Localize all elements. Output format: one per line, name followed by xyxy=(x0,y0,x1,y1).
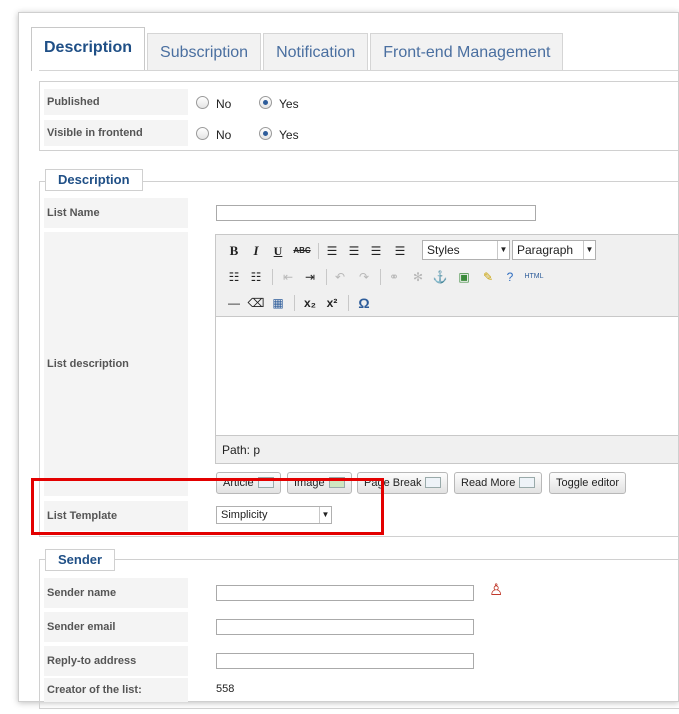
anchor-icon[interactable]: ⚓ xyxy=(430,267,450,287)
toggle-editor-button[interactable]: Toggle editor xyxy=(549,472,626,494)
tab-content: Published No Yes Visible in frontend No … xyxy=(39,70,679,709)
tab-frontend-management[interactable]: Front-end Management xyxy=(370,33,564,71)
sender-email-label: Sender email xyxy=(44,612,188,642)
creator-label: Creator of the list: xyxy=(44,678,188,702)
align-left-icon[interactable]: ☰ xyxy=(322,241,342,261)
published-label: Published xyxy=(44,89,188,115)
paragraph-select[interactable]: Paragraph ▼ xyxy=(512,240,596,260)
read-more-button-label: Read More xyxy=(461,477,516,489)
horizontal-rule-icon[interactable]: ― xyxy=(224,293,244,313)
visible-no-text: No xyxy=(216,128,232,142)
visible-no-radio[interactable] xyxy=(196,127,209,140)
superscript-button[interactable]: x² xyxy=(322,293,342,313)
eraser-icon[interactable]: ⌫ xyxy=(246,293,266,313)
align-justify-icon[interactable]: ☰ xyxy=(390,241,410,261)
subscript-button[interactable]: x₂ xyxy=(300,293,320,313)
description-legend: Description xyxy=(45,169,143,191)
unlink-icon[interactable]: ✻ xyxy=(408,267,428,287)
insert-image-icon[interactable]: ▣ xyxy=(454,267,474,287)
numbered-list-icon[interactable]: ☷ xyxy=(246,267,266,287)
page-break-icon xyxy=(425,477,442,488)
help-icon[interactable]: ? xyxy=(500,267,520,287)
reply-to-input[interactable] xyxy=(216,653,474,669)
toolbar-separator xyxy=(272,269,273,285)
user-icon[interactable]: ♙ xyxy=(489,582,503,600)
visible-yes-radio[interactable] xyxy=(259,127,272,140)
cleanup-icon[interactable]: ✎ xyxy=(478,267,498,287)
creator-value: 558 xyxy=(216,683,235,695)
styles-select-value: Styles xyxy=(427,243,460,257)
html-source-button[interactable]: HTML xyxy=(522,267,546,287)
toolbar-separator xyxy=(294,295,295,311)
editor-path-bar: Path: p xyxy=(216,435,678,463)
tab-notification[interactable]: Notification xyxy=(263,33,369,71)
underline-button[interactable]: U xyxy=(268,241,288,261)
tab-subscription[interactable]: Subscription xyxy=(147,33,262,71)
bold-button[interactable]: B xyxy=(224,241,244,261)
list-name-label: List Name xyxy=(44,198,188,228)
published-yes-radio[interactable] xyxy=(259,96,272,109)
styles-select[interactable]: Styles ▼ xyxy=(422,240,510,260)
sender-email-input[interactable] xyxy=(216,619,474,635)
list-description-label: List description xyxy=(44,232,188,496)
visible-yes-text: Yes xyxy=(279,128,299,142)
table-icon[interactable]: ▦ xyxy=(268,293,288,313)
chevron-down-icon: ▼ xyxy=(583,241,595,259)
toolbar-separator xyxy=(380,269,381,285)
outdent-icon[interactable]: ⇤ xyxy=(278,267,298,287)
chevron-down-icon: ▼ xyxy=(497,241,509,259)
tab-bar: Description Subscription Notification Fr… xyxy=(31,23,565,71)
read-more-button[interactable]: Read More xyxy=(454,472,543,494)
italic-button[interactable]: I xyxy=(246,241,266,261)
visible-label: Visible in frontend xyxy=(44,120,188,146)
list-name-input[interactable] xyxy=(216,205,536,221)
editor-toolbar: B I U ABC ☰ ☰ ☰ ☰ Styles ▼ Paragraph ▼ ☷ xyxy=(216,235,678,317)
toolbar-separator xyxy=(326,269,327,285)
special-character-button[interactable]: Ω xyxy=(354,293,374,313)
bullet-list-icon[interactable]: ☷ xyxy=(224,267,244,287)
indent-icon[interactable]: ⇥ xyxy=(300,267,320,287)
redo-icon[interactable]: ↷ xyxy=(354,267,374,287)
read-more-icon xyxy=(519,477,536,488)
toolbar-separator xyxy=(318,243,319,259)
strikethrough-button[interactable]: ABC xyxy=(290,241,314,261)
published-no-radio[interactable] xyxy=(196,96,209,109)
reply-to-label: Reply-to address xyxy=(44,646,188,676)
align-center-icon[interactable]: ☰ xyxy=(344,241,364,261)
link-icon[interactable]: ⚭ xyxy=(384,267,404,287)
sender-name-input[interactable] xyxy=(216,585,474,601)
highlight-box xyxy=(31,478,384,535)
list-edit-panel: Description Subscription Notification Fr… xyxy=(18,12,679,709)
sender-legend: Sender xyxy=(45,549,116,571)
undo-icon[interactable]: ↶ xyxy=(330,267,350,287)
description-editor[interactable]: B I U ABC ☰ ☰ ☰ ☰ Styles ▼ Paragraph ▼ ☷ xyxy=(215,234,678,464)
align-right-icon[interactable]: ☰ xyxy=(366,241,386,261)
published-yes-text: Yes xyxy=(279,97,299,111)
paragraph-select-value: Paragraph xyxy=(517,243,574,257)
tab-description[interactable]: Description xyxy=(31,27,146,71)
published-no-text: No xyxy=(216,97,232,111)
sender-name-label: Sender name xyxy=(44,578,188,608)
toolbar-separator xyxy=(348,295,349,311)
